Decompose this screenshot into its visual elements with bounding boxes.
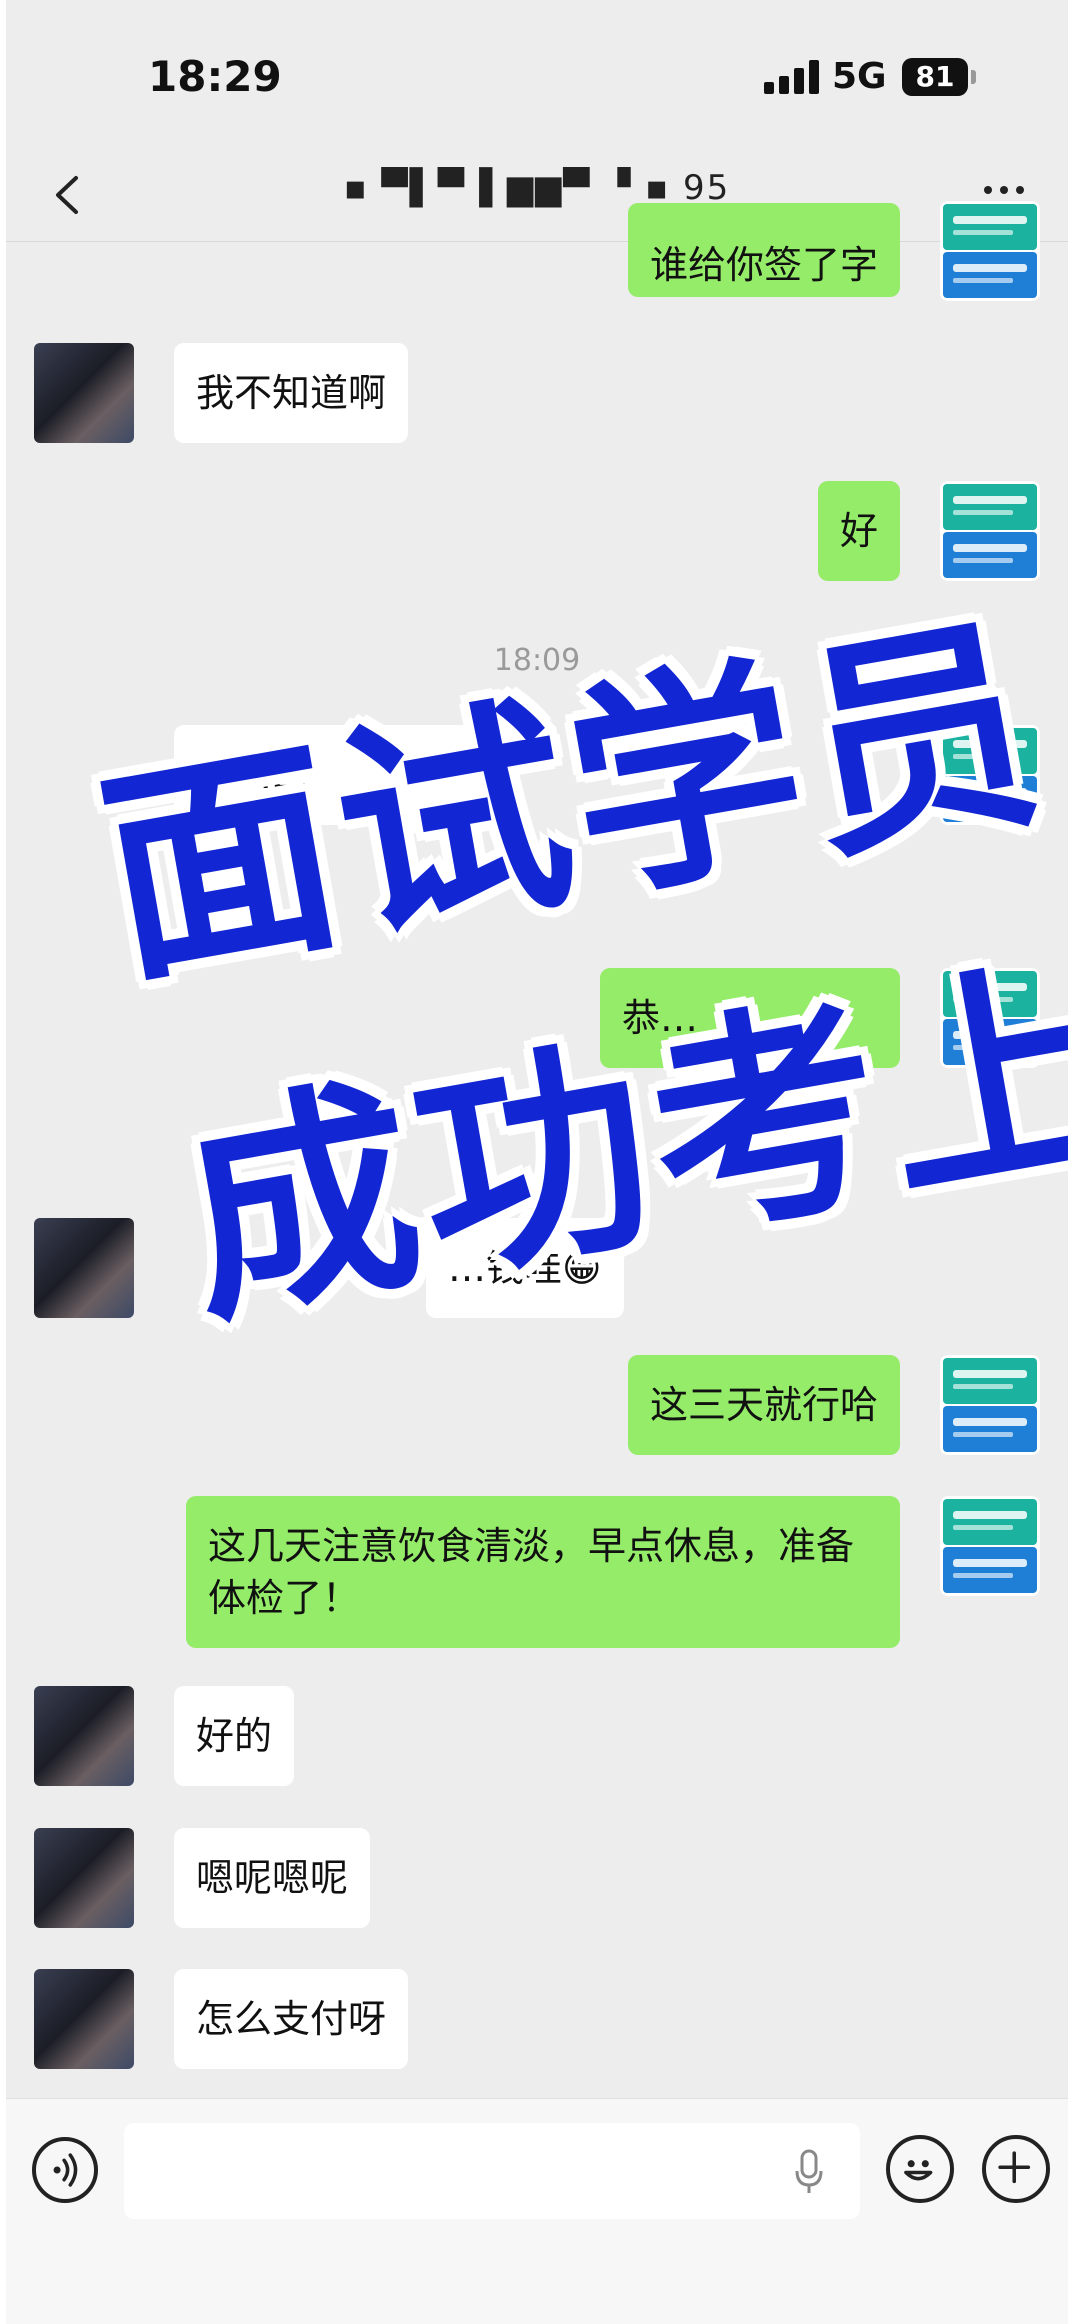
avatar[interactable]	[34, 1969, 134, 2069]
avatar[interactable]	[940, 201, 1040, 301]
microphone-icon[interactable]	[794, 2149, 824, 2195]
avatar[interactable]	[940, 1496, 1040, 1596]
message-bubble-sent[interactable]: 这三天就行哈	[627, 1355, 900, 1455]
avatar[interactable]	[940, 1355, 1040, 1455]
status-bar: 18:29 5G 81	[6, 0, 1068, 150]
plus-icon[interactable]	[982, 2135, 1050, 2203]
avatar[interactable]	[34, 1828, 134, 1928]
avatar[interactable]	[34, 343, 134, 443]
message-bubble-sent[interactable]: 谁给你签了字	[627, 203, 900, 297]
voice-icon[interactable]	[32, 2137, 98, 2203]
message-bubble-sent[interactable]: 这几天注意饮食清淡，早点休息，准备体检了！	[186, 1496, 900, 1648]
message-input[interactable]	[124, 2123, 860, 2219]
message-bubble-received[interactable]: 嗯呢嗯呢	[174, 1828, 371, 1928]
chat-header: ▪ ▀▌▀▐ ▆▆▀ ▝ ▪ 95	[6, 150, 1068, 242]
message-bubble-received[interactable]: 好的	[174, 1686, 295, 1786]
more-dots-icon[interactable]	[980, 180, 1028, 200]
avatar[interactable]	[34, 1218, 134, 1318]
home-indicator-area	[6, 2258, 1068, 2324]
status-time: 18:29	[148, 52, 282, 101]
chat-title: ▪ ▀▌▀▐ ▆▆▀ ▝ ▪ 95	[343, 168, 731, 208]
emoji-icon[interactable]	[886, 2135, 954, 2203]
avatar[interactable]	[34, 1686, 134, 1786]
battery-icon: 81	[902, 58, 976, 96]
message-bubble-received[interactable]: 怎么支付呀	[174, 1969, 409, 2069]
signal-icon	[764, 60, 820, 94]
chat-screen: 18:29 5G 81 ▪ ▀▌▀▐ ▆▆▀ ▝ ▪ 95 谁给你签了字 我不知…	[6, 0, 1068, 2324]
message-bubble-received[interactable]: 我不知道啊	[174, 343, 409, 443]
network-type: 5G	[832, 56, 887, 97]
chat-input-bar	[6, 2098, 1068, 2258]
